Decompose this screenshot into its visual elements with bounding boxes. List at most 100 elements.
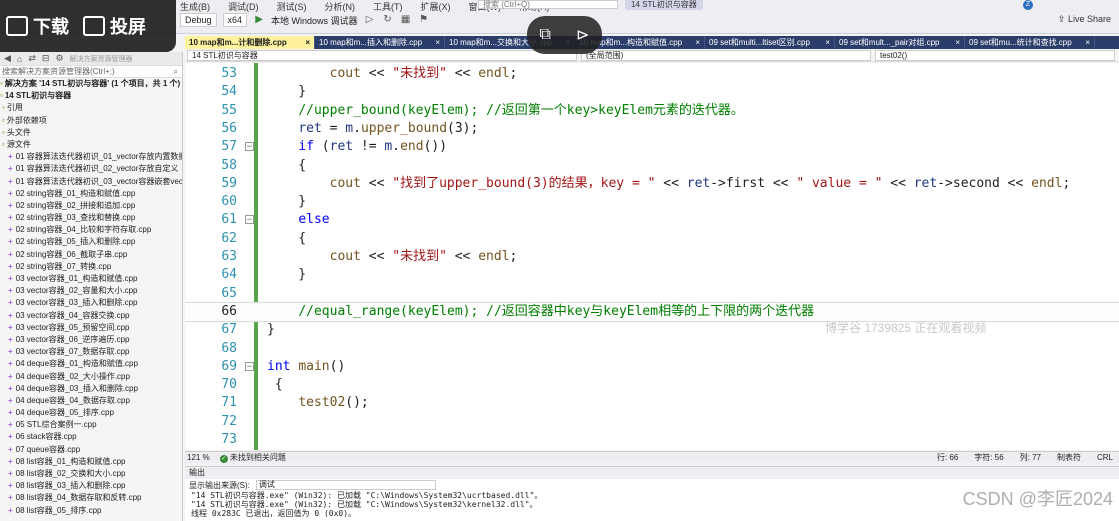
tree-item[interactable]: +04 deque容器_01_构造和赋值.cpp [0,358,182,370]
tree-item[interactable]: ▫ 引用 [0,102,182,114]
close-icon[interactable]: × [435,36,440,49]
tree-item[interactable]: +08 list容器_02_交换和大小.cpp [0,468,182,480]
code-line[interactable]: 73 [185,431,1119,449]
tree-item[interactable]: +03 vector容器_04_容器交换.cpp [0,310,182,322]
tab-6[interactable]: 09 set和mu...统计和查找.cpp × [965,36,1095,49]
zoom-level[interactable]: 121 % [187,452,210,463]
tree-item[interactable]: +03 vector容器_06_逆序遍历.cpp [0,334,182,346]
tree-item[interactable]: ▫ 外部依赖项 [0,115,182,127]
tree-item[interactable]: +08 list容器_03_插入和删除.cpp [0,480,182,492]
tree-item[interactable]: +04 deque容器_05_排序.cpp [0,407,182,419]
tree-item[interactable]: +08 list容器_04_数据存取和反转.cpp [0,492,182,504]
tree-item[interactable]: +04 deque容器_04_数据存取.cpp [0,395,182,407]
project-dropdown[interactable]: 14 STL初识与容器 [187,50,577,61]
tree-item[interactable]: +08 list容器_01_构造和赋值.cpp [0,456,182,468]
code-line[interactable]: 65 [185,285,1119,303]
code-line[interactable]: 62 { [185,230,1119,248]
code-line[interactable]: 68 [185,340,1119,358]
code-line[interactable]: 59 cout << "找到了upper_bound(3)的结果，key = "… [185,175,1119,193]
tree-item[interactable]: +02 string容器_01_构造和赋值.cpp [0,188,182,200]
code-line[interactable]: 53 cout << "未找到" << endl; [185,65,1119,83]
code-line[interactable]: 63 cout << "未找到" << endl; [185,248,1119,266]
solution-search-input[interactable]: 搜索解决方案资源管理器(Ctrl+;) ⌕ [0,66,182,78]
tree-item[interactable]: +02 string容器_03_查找和替换.cpp [0,212,182,224]
tree-item[interactable]: +06 stack容器.cpp [0,431,182,443]
cast-button[interactable]: 投屏 [83,13,146,39]
tree-item[interactable]: +04 deque容器_02_大小操作.cpp [0,371,182,383]
config-select[interactable]: Debug [180,13,217,27]
user-avatar[interactable]: Z [1023,0,1033,10]
menu-item-4[interactable]: 工具(T) [373,0,403,12]
settings-icon[interactable]: ⚙ [55,53,63,64]
tree-item[interactable]: +01 容器算法迭代器初识_03_vector容器嵌套vector [0,176,182,188]
code-line[interactable]: 58 { [185,157,1119,175]
code-line[interactable]: 57− if (ret != m.end()) [185,138,1119,156]
code-line[interactable]: 64 } [185,266,1119,284]
sync-icon[interactable]: ⇄ [28,53,36,64]
tabs-indicator[interactable]: 制表符 [1057,452,1081,463]
output-source-select[interactable]: 调试 [255,480,436,490]
scope-dropdown[interactable]: (全局范围) [581,50,871,61]
search-input[interactable]: 搜索 (Ctrl+Q) [478,0,618,9]
back-icon[interactable]: ◀ [4,53,11,64]
tree-item[interactable]: +03 vector容器_07_数据存取.cpp [0,346,182,358]
menu-item-3[interactable]: 分析(N) [325,0,356,12]
tree-item[interactable]: ▫ 头文件 [0,127,182,139]
tab-4[interactable]: 09 set和multi...ltiset区别.cpp × [705,36,835,49]
refresh-icon[interactable]: ↻ [382,14,394,26]
code-line[interactable]: 72 [185,413,1119,431]
tree-item[interactable]: +02 string容器_02_拼接和追加.cpp [0,200,182,212]
tree-item[interactable]: +03 vector容器_03_插入和删除.cpp [0,297,182,309]
close-icon[interactable]: × [1085,36,1090,49]
tree-item[interactable]: +07 queue容器.cpp [0,444,182,456]
tree-item[interactable]: +02 string容器_07_转换.cpp [0,261,182,273]
collapse-icon[interactable]: − [245,215,254,225]
play-icon[interactable]: ▶ [253,14,265,26]
collapse-icon[interactable]: − [245,142,254,152]
eol-indicator[interactable]: CRL [1097,452,1113,463]
code-editor[interactable]: 53 cout << "未找到" << endl; 54 } 55 //upper_… [185,63,1119,450]
tree-item[interactable]: +01 容器算法迭代器初识_02_vector存放自定义 [0,163,182,175]
tree-item[interactable]: +02 string容器_04_比较和字符存取.cpp [0,224,182,236]
code-line[interactable]: 69− int main() [185,358,1119,376]
tree-item[interactable]: +02 string容器_06_截取子串.cpp [0,249,182,261]
menu-item-2[interactable]: 测试(S) [277,0,307,12]
tree-item[interactable]: +01 容器算法迭代器初识_01_vector存放内置数据 [0,151,182,163]
collapse-icon[interactable]: ⊟ [42,53,50,64]
close-icon[interactable]: × [695,36,700,49]
home-icon[interactable]: ⌂ [17,54,22,64]
issues-indicator[interactable]: ✓ 未找到相关问题 [219,452,286,463]
code-line[interactable]: 56 ret = m.upper_bound(3); [185,120,1119,138]
video-settings-icon[interactable]: ⊳ [576,25,589,45]
layout-icon[interactable]: ▦ [400,14,412,26]
start-without-debug-icon[interactable]: ▷ [364,14,376,26]
tree-item[interactable]: +05 STL综合案例一.cpp [0,419,182,431]
tree-item[interactable]: +03 vector容器_05_预留空间.cpp [0,322,182,334]
menu-item-1[interactable]: 调试(D) [228,0,259,12]
collapse-icon[interactable]: − [245,361,254,371]
close-icon[interactable]: × [825,36,830,49]
tree-item[interactable]: +08 list容器_05_排序.cpp [0,505,182,517]
run-button[interactable]: 本地 Windows 调试器 [271,14,358,27]
code-line[interactable]: 61− else [185,211,1119,229]
tree-item[interactable]: +03 vector容器_01_构造和赋值.cpp [0,273,182,285]
tree-item[interactable]: +02 string容器_05_插入和删除.cpp [0,236,182,248]
tree-item[interactable]: ▫ 解决方案 '14 STL初识与容器' (1 个项目，共 1 个) [0,78,182,90]
tree-item[interactable]: ▫ 源文件 [0,139,182,151]
tab-1[interactable]: 10 map和m...插入和删除.cpp × [315,36,445,49]
code-line[interactable]: 54 } [185,83,1119,101]
pip-icon[interactable]: ⧉ [540,26,551,44]
platform-select[interactable]: x64 [222,13,248,27]
tree-item[interactable]: ▫ 14 STL初识与容器 [0,90,182,102]
code-line[interactable]: 71 test02(); [185,394,1119,412]
tab-0[interactable]: 10 map和m...计和删除.cpp × [185,36,315,49]
menu-item-5[interactable]: 扩展(X) [421,0,451,12]
live-share-button[interactable]: ⇪ Live Share [1058,14,1111,25]
code-line[interactable]: 60 } [185,193,1119,211]
tab-5[interactable]: 09 set和mult..._pair对组.cpp × [835,36,965,49]
close-icon[interactable]: × [305,36,310,49]
tree-item[interactable]: +04 deque容器_03_插入和删除.cpp [0,383,182,395]
code-line[interactable]: 70 { [185,376,1119,394]
code-line[interactable]: 55 //upper_bound(keyElem); //返回第一个key>ke… [185,102,1119,120]
bookmark-icon[interactable]: ⚑ [418,14,430,26]
